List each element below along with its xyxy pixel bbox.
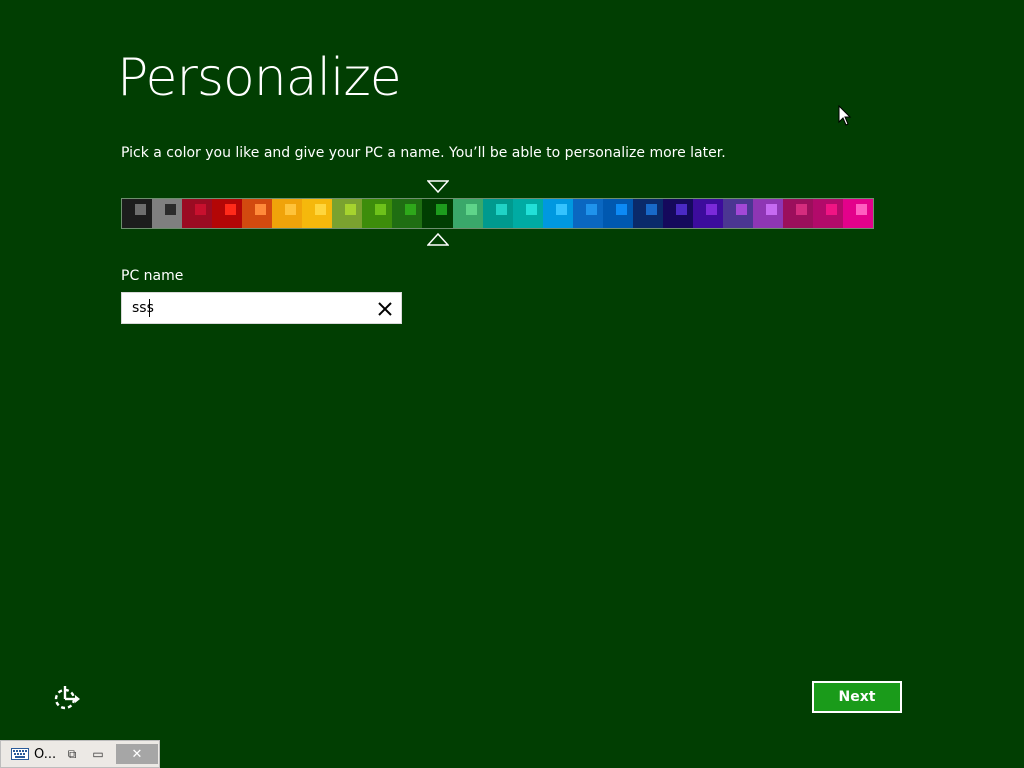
color-chip xyxy=(495,204,507,215)
color-swatch[interactable] xyxy=(392,199,423,228)
color-chip xyxy=(225,204,237,215)
color-swatch[interactable] xyxy=(783,199,814,228)
color-chip xyxy=(645,204,657,215)
color-chip xyxy=(826,204,838,215)
ease-of-access-icon[interactable] xyxy=(51,684,81,712)
color-chip xyxy=(165,204,177,215)
color-swatch[interactable] xyxy=(362,199,393,228)
color-chip xyxy=(555,204,567,215)
color-chip xyxy=(766,204,778,215)
color-swatch[interactable] xyxy=(813,199,844,228)
color-swatch[interactable] xyxy=(722,199,753,228)
pc-name-label: PC name xyxy=(121,268,184,284)
taskbar-window-label: O... xyxy=(34,746,57,762)
color-chip xyxy=(856,204,868,215)
selection-marker-up-icon xyxy=(427,232,449,246)
color-chip xyxy=(525,204,537,215)
color-swatch[interactable] xyxy=(242,199,273,228)
color-chip xyxy=(255,204,267,215)
color-chip xyxy=(285,204,297,215)
color-swatch[interactable] xyxy=(212,199,243,228)
pc-name-field[interactable] xyxy=(122,293,372,323)
restore-button[interactable]: ⧉ xyxy=(60,744,84,764)
color-chip xyxy=(405,204,417,215)
close-window-button[interactable]: ✕ xyxy=(116,744,158,764)
pc-name-field-container xyxy=(121,292,402,324)
color-swatch[interactable] xyxy=(632,199,663,228)
color-chip xyxy=(345,204,357,215)
color-swatch[interactable] xyxy=(152,199,183,228)
color-swatch[interactable] xyxy=(692,199,723,228)
personalize-page: Personalize Pick a color you like and gi… xyxy=(0,0,1024,768)
page-subtitle: Pick a color you like and give your PC a… xyxy=(121,145,726,161)
color-swatch[interactable] xyxy=(482,199,513,228)
clear-text-button[interactable] xyxy=(373,298,397,320)
color-swatch[interactable] xyxy=(542,199,573,228)
color-swatch[interactable] xyxy=(272,199,303,228)
color-chip xyxy=(675,204,687,215)
color-chip xyxy=(585,204,597,215)
color-swatch[interactable] xyxy=(122,199,153,228)
color-swatch[interactable] xyxy=(302,199,333,228)
color-swatch[interactable] xyxy=(452,199,483,228)
color-swatch[interactable] xyxy=(332,199,363,228)
color-chip xyxy=(435,204,447,215)
color-swatch-selected[interactable] xyxy=(422,199,453,228)
color-chip xyxy=(735,204,747,215)
selection-marker-down-icon xyxy=(427,180,449,194)
color-chip xyxy=(375,204,387,215)
next-button[interactable]: Next xyxy=(812,681,902,713)
page-title: Personalize xyxy=(117,48,402,108)
color-swatch-bar[interactable] xyxy=(121,198,874,229)
color-chip xyxy=(615,204,627,215)
color-swatch[interactable] xyxy=(662,199,693,228)
color-swatch[interactable] xyxy=(182,199,213,228)
color-swatch[interactable] xyxy=(512,199,543,228)
mouse-pointer-icon xyxy=(838,105,852,126)
color-swatch[interactable] xyxy=(602,199,633,228)
maximize-button[interactable]: ▭ xyxy=(86,744,110,764)
text-caret xyxy=(149,299,150,317)
color-chip xyxy=(315,204,327,215)
color-swatch[interactable] xyxy=(752,199,784,228)
taskbar-window-chip[interactable]: O... ⧉ ▭ ✕ xyxy=(0,740,160,768)
color-chip xyxy=(465,204,477,215)
color-swatch[interactable] xyxy=(572,199,603,228)
color-swatch[interactable] xyxy=(843,199,874,228)
color-chip xyxy=(135,204,147,215)
color-chip xyxy=(195,204,207,215)
color-chip xyxy=(796,204,808,215)
color-chip xyxy=(705,204,717,215)
keyboard-icon xyxy=(11,748,29,760)
close-icon xyxy=(378,302,392,316)
